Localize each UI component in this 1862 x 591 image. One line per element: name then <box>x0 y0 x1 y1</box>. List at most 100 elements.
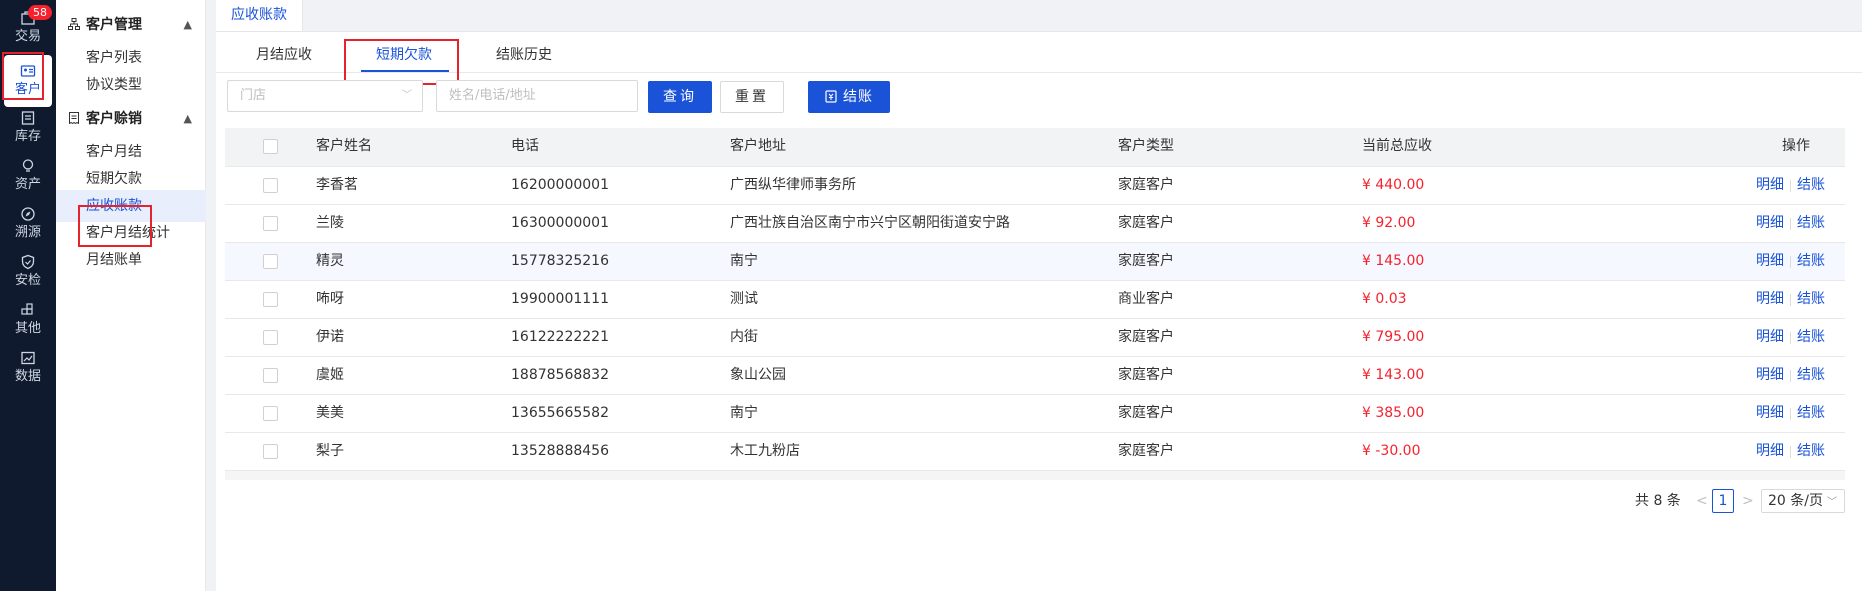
page-size-label: 20 条/页 <box>1768 493 1823 509</box>
tab-short-term-debt[interactable]: 短期欠款 <box>376 44 432 66</box>
cell-amount: ¥ -30.00 <box>1362 443 1421 459</box>
cell-type: 商业客户 <box>1118 291 1174 307</box>
other-grid-icon <box>21 303 33 315</box>
table-horizontal-scrollbar[interactable] <box>225 471 1845 480</box>
cell-phone: 16200000001 <box>511 177 609 193</box>
cell-address: 测试 <box>730 291 758 307</box>
column-header-amount: 当前总应收 <box>1362 138 1432 154</box>
detail-link[interactable]: 明细 <box>1756 395 1784 432</box>
rail-label: 安检 <box>14 273 41 288</box>
tab-settle-history[interactable]: 结账历史 <box>496 44 552 66</box>
page-tab-strip: 应收账款 <box>216 0 1862 32</box>
cell-phone: 16300000001 <box>511 215 609 231</box>
rail-label: 资产 <box>14 177 41 192</box>
sidebar-scrollbar[interactable] <box>206 0 216 591</box>
row-checkbox[interactable] <box>263 330 278 345</box>
security-shield-icon <box>21 254 35 270</box>
row-checkbox[interactable] <box>263 178 278 193</box>
column-header-actions: 操作 <box>1782 138 1810 154</box>
detail-link[interactable]: 明细 <box>1756 433 1784 470</box>
settle-link[interactable]: 结账 <box>1797 167 1825 204</box>
main-nav-rail: 交易 58 客户 库存 资产 溯源 安检 其他 数据 <box>0 0 56 591</box>
settle-link[interactable]: 结账 <box>1797 319 1825 356</box>
action-separator <box>1790 218 1791 230</box>
settle-button-label: 结账 <box>843 89 873 105</box>
tab-monthly-receivable[interactable]: 月结应收 <box>256 44 312 66</box>
settle-link[interactable]: 结账 <box>1797 395 1825 432</box>
rail-item-transaction[interactable]: 交易 58 <box>4 2 52 54</box>
table-row[interactable]: 美美 13655665582 南宁 家庭客户 ¥ 385.00 明细 结账 <box>225 394 1845 432</box>
row-checkbox[interactable] <box>263 292 278 307</box>
group-customer-credit[interactable]: 客户赊销 ▲ <box>56 104 206 134</box>
detail-link[interactable]: 明细 <box>1756 167 1784 204</box>
table-row[interactable]: 精灵 15778325216 南宁 家庭客户 ¥ 145.00 明细 结账 <box>225 242 1845 280</box>
cell-address: 象山公园 <box>730 367 786 383</box>
rail-item-data[interactable]: 数据 <box>4 342 52 394</box>
table-header: 客户姓名 电话 客户地址 客户类型 当前总应收 操作 <box>225 128 1845 166</box>
row-checkbox[interactable] <box>263 444 278 459</box>
trace-compass-icon <box>21 207 35 221</box>
table-row[interactable]: 咘呀 19900001111 测试 商业客户 ¥ 0.03 明细 结账 <box>225 280 1845 318</box>
group-title: 客户管理 <box>86 17 142 33</box>
row-checkbox[interactable] <box>263 368 278 383</box>
store-select[interactable]: 门店 ﹀ <box>227 80 423 112</box>
settle-link[interactable]: 结账 <box>1797 357 1825 394</box>
rail-item-security[interactable]: 安检 <box>4 246 52 298</box>
page-tab-receivables[interactable]: 应收账款 <box>216 0 303 31</box>
pagination-total: 共 8 条 <box>1635 493 1681 509</box>
action-separator <box>1790 332 1791 344</box>
rail-item-customer[interactable]: 客户 <box>4 55 52 107</box>
rail-label: 数据 <box>14 369 41 384</box>
data-chart-icon <box>21 351 35 365</box>
query-button[interactable]: 查询 <box>648 81 712 113</box>
detail-link[interactable]: 明细 <box>1756 281 1784 318</box>
row-checkbox[interactable] <box>263 254 278 269</box>
rail-label: 交易 <box>14 29 41 44</box>
column-header-phone: 电话 <box>511 138 539 154</box>
table-row[interactable]: 李香茗 16200000001 广西纵华律师事务所 家庭客户 ¥ 440.00 明细 结账 <box>225 166 1845 204</box>
select-all-checkbox[interactable] <box>263 139 278 154</box>
pagination-prev-icon[interactable]: < <box>1696 489 1708 513</box>
detail-link[interactable]: 明细 <box>1756 357 1784 394</box>
rail-label: 客户 <box>14 82 41 97</box>
settle-link[interactable]: 结账 <box>1797 243 1825 280</box>
settle-link[interactable]: 结账 <box>1797 205 1825 242</box>
settle-link[interactable]: 结账 <box>1797 433 1825 470</box>
settle-doc-icon <box>825 90 837 103</box>
pagination-next-icon[interactable]: > <box>1742 489 1754 513</box>
table-row[interactable]: 虞姬 18878568832 象山公园 家庭客户 ¥ 143.00 明细 结账 <box>225 356 1845 394</box>
detail-link[interactable]: 明细 <box>1756 319 1784 356</box>
column-header-name: 客户姓名 <box>316 138 372 154</box>
rail-item-inventory[interactable]: 库存 <box>4 102 52 154</box>
page-size-select[interactable]: 20 条/页 ﹀ <box>1761 489 1845 513</box>
rail-item-other[interactable]: 其他 <box>4 294 52 346</box>
cell-type: 家庭客户 <box>1118 405 1174 421</box>
cell-phone: 16122222221 <box>511 329 609 345</box>
cell-amount: ¥ 92.00 <box>1362 215 1416 231</box>
table-row[interactable]: 梨子 13528888456 木工九粉店 家庭客户 ¥ -30.00 明细 结账 <box>225 432 1845 470</box>
detail-link[interactable]: 明细 <box>1756 205 1784 242</box>
reset-button[interactable]: 重置 <box>720 81 784 113</box>
group-title: 客户赊销 <box>86 111 142 127</box>
sidebar-item-monthly-bill[interactable]: 月结账单 <box>56 244 206 276</box>
settle-button[interactable]: 结账 <box>808 81 890 113</box>
table-row[interactable]: 兰陵 16300000001 广西壮族自治区南宁市兴宁区朝阳街道安宁路 家庭客户 ¥ 9… <box>225 204 1845 242</box>
row-checkbox[interactable] <box>263 406 278 421</box>
chevron-up-icon: ▲ <box>183 18 192 31</box>
group-customer-management[interactable]: 客户管理 ▲ <box>56 10 206 40</box>
notification-badge: 58 <box>28 5 52 20</box>
table-row[interactable]: 伊诺 16122222221 内街 家庭客户 ¥ 795.00 明细 结账 <box>225 318 1845 356</box>
pagination-page-1[interactable]: 1 <box>1712 489 1734 513</box>
action-separator <box>1790 370 1791 382</box>
sidebar-item-agreement-type[interactable]: 协议类型 <box>56 69 206 101</box>
row-checkbox[interactable] <box>263 216 278 231</box>
detail-link[interactable]: 明细 <box>1756 243 1784 280</box>
settle-link[interactable]: 结账 <box>1797 281 1825 318</box>
rail-item-asset[interactable]: 资产 <box>4 150 52 202</box>
cell-type: 家庭客户 <box>1118 177 1174 193</box>
receipt-icon <box>69 112 79 124</box>
rail-item-trace[interactable]: 溯源 <box>4 198 52 250</box>
cell-address: 广西壮族自治区南宁市兴宁区朝阳街道安宁路 <box>730 215 1010 231</box>
column-header-address: 客户地址 <box>730 138 786 154</box>
search-input[interactable]: 姓名/电话/地址 <box>436 80 638 112</box>
